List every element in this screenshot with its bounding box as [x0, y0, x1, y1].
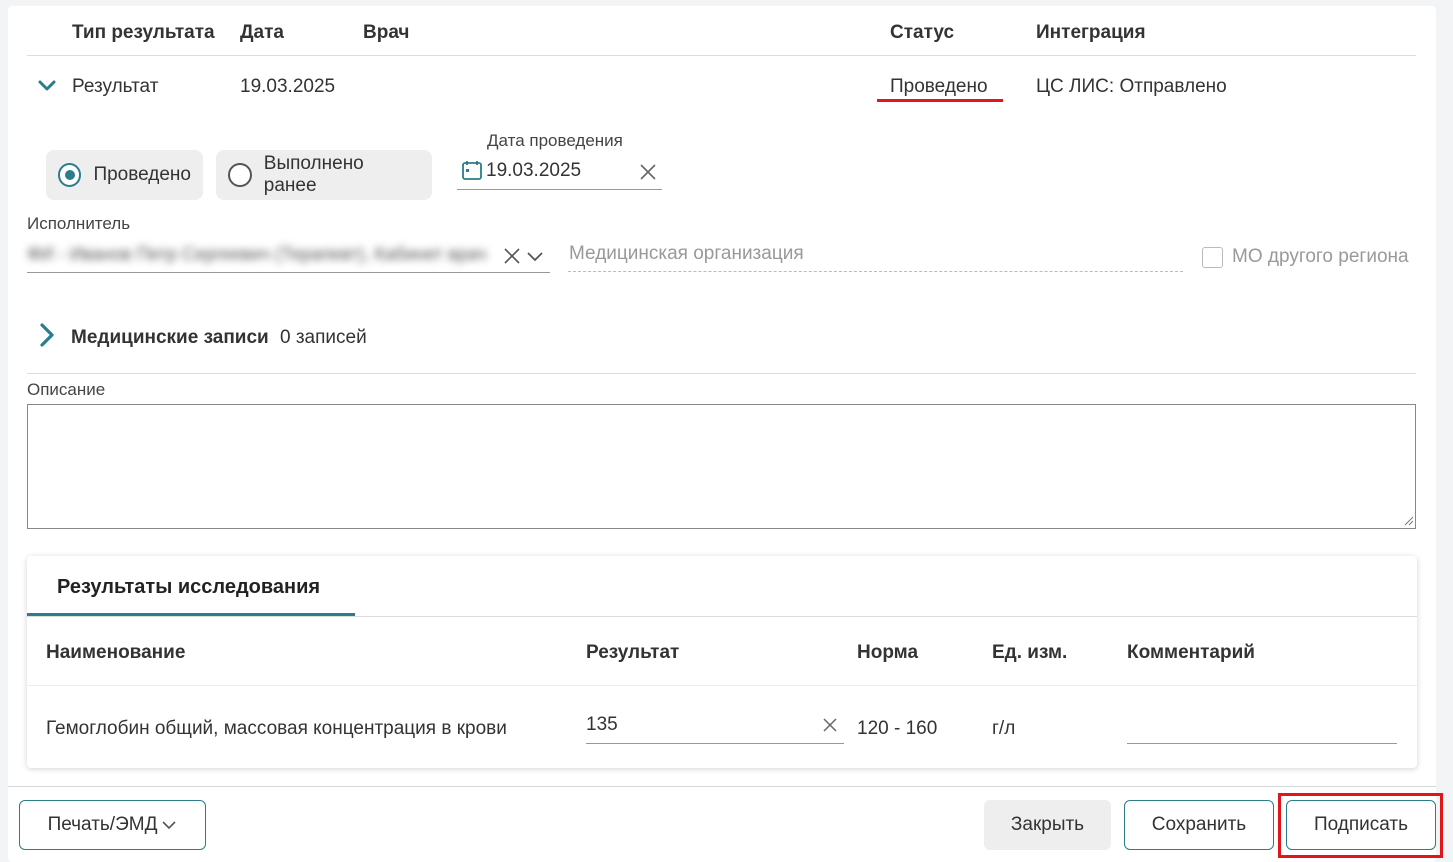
header-doctor: Врач	[363, 22, 410, 43]
header-integration: Интеграция	[1036, 22, 1146, 43]
col-unit: Ед. изм.	[992, 642, 1068, 663]
col-comment: Комментарий	[1127, 642, 1255, 663]
other-region-checkbox[interactable]	[1202, 247, 1223, 268]
date-field-value[interactable]: 19.03.2025	[486, 160, 581, 182]
description-label: Описание	[27, 380, 106, 399]
status-underline-highlight	[877, 99, 1003, 102]
result-input[interactable]: 135	[586, 714, 618, 736]
row-status: Проведено	[890, 76, 988, 97]
row-date: 19.03.2025	[240, 76, 336, 97]
header-date: Дата	[240, 22, 284, 43]
print-emd-button[interactable]: Печать/ЭМД	[19, 800, 206, 850]
tab-divider	[27, 616, 1417, 617]
description-textarea[interactable]	[27, 404, 1416, 529]
save-button[interactable]: Сохранить	[1124, 800, 1274, 850]
chevron-right-icon[interactable]	[36, 322, 58, 348]
med-records-count: 0 записей	[280, 327, 367, 348]
chevron-down-icon	[162, 821, 177, 830]
radio-conducted-indicator[interactable]	[58, 163, 82, 187]
executor-underline	[27, 272, 550, 273]
results-header-divider	[27, 685, 1417, 686]
med-org-input[interactable]: Медицинская организация	[569, 243, 804, 265]
other-region-label: МО другого региона	[1232, 246, 1409, 267]
resize-handle-icon[interactable]	[1403, 515, 1414, 526]
clear-executor-icon[interactable]	[503, 247, 521, 265]
radio-conducted[interactable]: Проведено	[46, 150, 203, 200]
chevron-down-icon[interactable]	[526, 247, 544, 265]
row-type: Результат	[72, 76, 159, 97]
tab-research-results[interactable]: Результаты исследования	[57, 576, 320, 599]
executor-value[interactable]: ФИ - Иванов Петр Сергеевич (Терапевт), К…	[27, 244, 497, 265]
executor-label: Исполнитель	[27, 214, 131, 233]
med-org-underline	[568, 271, 1183, 272]
row-test-name: Гемоглобин общий, массовая концентрация …	[46, 718, 507, 739]
col-name: Наименование	[46, 642, 186, 663]
chevron-down-icon[interactable]	[36, 75, 58, 97]
close-button[interactable]: Закрыть	[984, 800, 1111, 850]
radio-conducted-label: Проведено	[93, 164, 191, 185]
med-records-title[interactable]: Медицинские записи	[71, 327, 269, 349]
header-divider	[27, 55, 1416, 56]
col-norm: Норма	[857, 642, 919, 663]
radio-done-earlier-label: Выполнено ранее	[263, 153, 364, 196]
comment-input[interactable]	[1127, 716, 1397, 742]
print-emd-label: Печать/ЭМД	[47, 814, 158, 835]
row-unit: г/л	[992, 718, 1016, 739]
header-status: Статус	[890, 22, 955, 43]
clear-result-icon[interactable]	[822, 717, 838, 733]
radio-done-earlier[interactable]: Выполнено ранее	[216, 150, 432, 200]
date-field-underline	[457, 189, 662, 190]
date-field-label: Дата проведения	[487, 131, 623, 150]
calendar-icon[interactable]	[461, 159, 483, 181]
comment-input-underline	[1127, 743, 1397, 744]
row-norm: 120 - 160	[857, 718, 938, 739]
row-integration: ЦС ЛИС: Отправлено	[1036, 76, 1227, 97]
footer-divider	[8, 786, 1436, 787]
clear-date-icon[interactable]	[639, 163, 657, 181]
radio-done-earlier-indicator[interactable]	[228, 163, 252, 187]
sign-button[interactable]: Подписать	[1286, 800, 1436, 850]
col-result: Результат	[586, 642, 680, 663]
result-input-underline	[586, 743, 844, 744]
records-divider	[27, 373, 1416, 374]
header-type: Тип результата	[72, 22, 215, 43]
